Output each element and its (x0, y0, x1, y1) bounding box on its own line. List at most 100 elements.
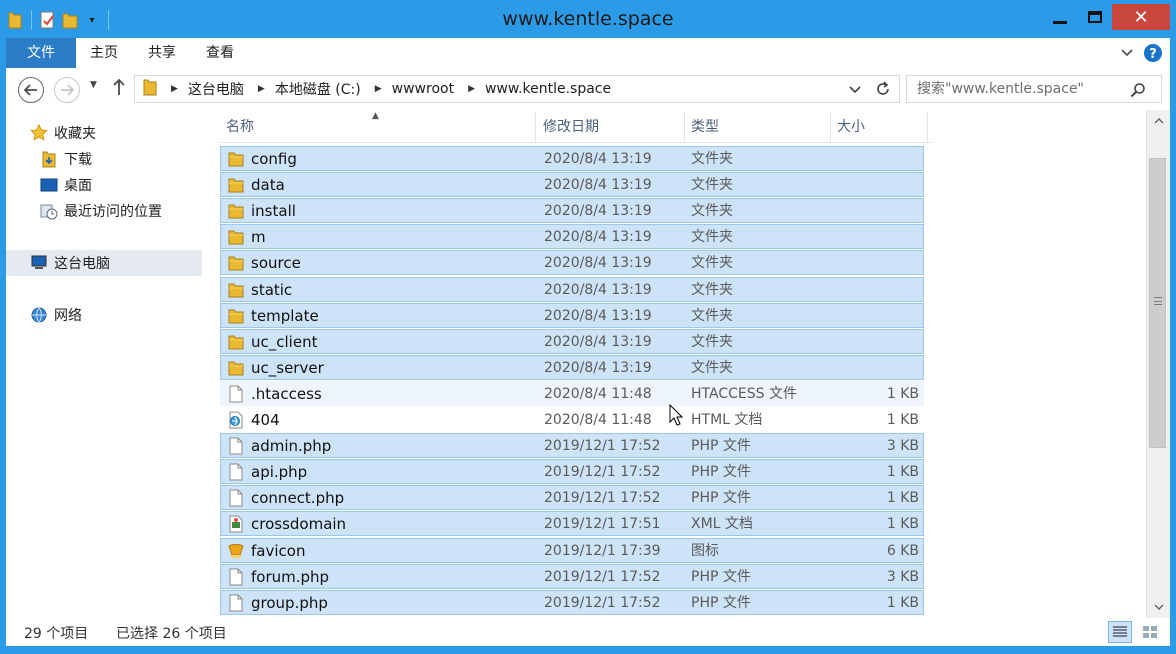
folder-icon (227, 176, 245, 194)
nav-this-pc[interactable]: 这台电脑 (6, 250, 202, 276)
file-row[interactable]: uc_server 2020/8/4 13:19 文件夹 (220, 354, 924, 380)
file-row[interactable]: m 2020/8/4 13:19 文件夹 (220, 224, 924, 250)
file-row[interactable]: template 2020/8/4 13:19 文件夹 (220, 302, 924, 328)
forward-arrow-icon (61, 84, 74, 96)
breadcrumb-local-disk[interactable]: 本地磁盘 (C:) (275, 79, 361, 99)
file-size: 1 KB (886, 412, 919, 428)
scroll-down-icon[interactable] (1147, 596, 1171, 618)
file-row[interactable]: crossdomain 2019/12/1 17:51 XML 文档 1 KB (220, 511, 924, 537)
column-header-size[interactable]: 大小 (831, 112, 928, 142)
file-date: 2019/12/1 17:52 (544, 568, 661, 585)
maximize-button[interactable] (1080, 4, 1110, 30)
nav-network[interactable]: 网络 (6, 302, 202, 328)
search-input[interactable]: 搜索"www.kentle.space" (906, 75, 1162, 103)
file-name: 404 (251, 411, 280, 429)
file-date: 2019/12/1 17:52 (544, 490, 661, 507)
computer-icon (30, 254, 48, 272)
selected-count: 已选择 26 个项目 (116, 626, 227, 642)
file-date: 2019/12/1 17:52 (544, 438, 661, 455)
expand-ribbon-icon[interactable] (1116, 42, 1138, 64)
file-row[interactable]: config 2020/8/4 13:19 文件夹 (220, 146, 924, 171)
file-size: 3 KB (886, 438, 919, 455)
file-row[interactable]: source 2020/8/4 13:19 文件夹 (220, 250, 924, 276)
search-icon[interactable] (1130, 82, 1146, 102)
file-row[interactable]: favicon 2019/12/1 17:39 图标 6 KB (220, 537, 924, 563)
up-button[interactable] (112, 78, 126, 100)
file-date: 2019/12/1 17:51 (544, 516, 661, 533)
vertical-scrollbar[interactable] (1146, 110, 1170, 618)
file-row[interactable]: 404 2020/8/4 11:48 HTML 文档 1 KB (220, 407, 924, 432)
file-name: template (251, 306, 319, 325)
scroll-up-icon[interactable] (1147, 110, 1171, 132)
file-row[interactable]: static 2020/8/4 13:19 文件夹 (220, 276, 924, 302)
file-type: 图标 (691, 542, 719, 559)
details-view-button[interactable] (1108, 621, 1132, 643)
nav-downloads[interactable]: 下载 (6, 146, 202, 172)
mouse-cursor-icon (669, 403, 684, 430)
file-name: favicon (251, 541, 306, 560)
file-type: 文件夹 (691, 255, 733, 272)
file-row[interactable]: data 2020/8/4 13:19 文件夹 (220, 172, 924, 198)
large-icons-view-icon (1143, 626, 1157, 638)
file-size: 1 KB (886, 516, 919, 533)
close-button[interactable]: ✕ (1112, 4, 1170, 30)
breadcrumb-arrow-icon[interactable]: ▶ (375, 84, 382, 94)
html-icon (227, 411, 245, 429)
nav-desktop[interactable]: 桌面 (6, 172, 202, 198)
file-row[interactable]: .htaccess 2020/8/4 11:48 HTACCESS 文件 1 KB (220, 380, 924, 406)
tab-view[interactable]: 查看 (194, 38, 246, 68)
favicon-icon (227, 542, 245, 560)
ribbon: 文件 主页 共享 查看 ? (6, 38, 1170, 68)
refresh-icon[interactable] (875, 80, 891, 102)
file-type: PHP 文件 (691, 568, 751, 585)
minimize-icon (1053, 20, 1067, 24)
file-row[interactable]: api.php 2019/12/1 17:52 PHP 文件 1 KB (220, 459, 924, 485)
file-size: 1 KB (886, 594, 919, 611)
file-row[interactable]: forum.php 2019/12/1 17:52 PHP 文件 3 KB (220, 563, 924, 589)
nav-desktop-label: 桌面 (64, 178, 92, 194)
nav-downloads-label: 下载 (64, 152, 92, 168)
file-name: admin.php (251, 437, 332, 456)
star-icon (30, 124, 48, 142)
file-row[interactable]: group.php 2019/12/1 17:52 PHP 文件 1 KB (220, 589, 924, 615)
folder-icon (227, 150, 245, 168)
tab-file[interactable]: 文件 (6, 38, 76, 68)
file-name: group.php (251, 593, 328, 612)
breadcrumb-wwwroot[interactable]: wwwroot (392, 81, 454, 97)
file-row[interactable]: connect.php 2019/12/1 17:52 PHP 文件 1 KB (220, 485, 924, 511)
forward-button[interactable] (54, 77, 80, 103)
address-bar[interactable]: ▶ 这台电脑 ▶ 本地磁盘 (C:) ▶ wwwroot ▶ www.kentl… (134, 75, 900, 103)
column-header-type[interactable]: 类型 (685, 112, 831, 142)
tab-share[interactable]: 共享 (136, 38, 188, 68)
help-icon[interactable]: ? (1142, 42, 1164, 64)
file-row[interactable]: install 2020/8/4 13:19 文件夹 (220, 198, 924, 224)
scrollbar-thumb[interactable] (1149, 158, 1166, 448)
breadcrumb-arrow-icon[interactable]: ▶ (468, 84, 475, 94)
breadcrumb-arrow-icon[interactable]: ▶ (171, 84, 178, 94)
back-button[interactable] (18, 77, 44, 103)
folder-icon (227, 254, 245, 272)
address-dropdown-icon[interactable] (849, 82, 861, 98)
minimize-button[interactable] (1042, 4, 1078, 30)
nav-network-label: 网络 (54, 308, 82, 324)
large-icons-view-button[interactable] (1138, 621, 1162, 643)
tab-home[interactable]: 主页 (78, 38, 130, 68)
nav-favorites[interactable]: 收藏夹 (6, 120, 202, 146)
file-name: connect.php (251, 489, 345, 508)
file-icon (227, 463, 245, 481)
file-row[interactable]: admin.php 2019/12/1 17:52 PHP 文件 3 KB (220, 433, 924, 459)
file-row[interactable]: uc_client 2020/8/4 13:19 文件夹 (220, 328, 924, 354)
column-header-name[interactable]: 名称 ▲ (220, 111, 536, 142)
breadcrumb-current[interactable]: www.kentle.space (485, 81, 611, 97)
file-icon (227, 437, 245, 455)
nav-recent[interactable]: 最近访问的位置 (6, 198, 202, 224)
address-row: ▼ ▶ 这台电脑 ▶ 本地磁盘 (C:) ▶ wwwroot ▶ www.ken… (6, 68, 1170, 110)
details-view-icon (1113, 626, 1127, 637)
column-header-date[interactable]: 修改日期 (537, 112, 685, 142)
breadcrumb-arrow-icon[interactable]: ▶ (258, 84, 265, 94)
breadcrumb-this-pc[interactable]: 这台电脑 (188, 79, 244, 99)
item-count: 29 个项目 (24, 626, 89, 642)
nav-favorites-label: 收藏夹 (54, 126, 96, 142)
file-type: 文件夹 (691, 333, 733, 350)
recent-locations-icon[interactable]: ▼ (90, 80, 97, 90)
